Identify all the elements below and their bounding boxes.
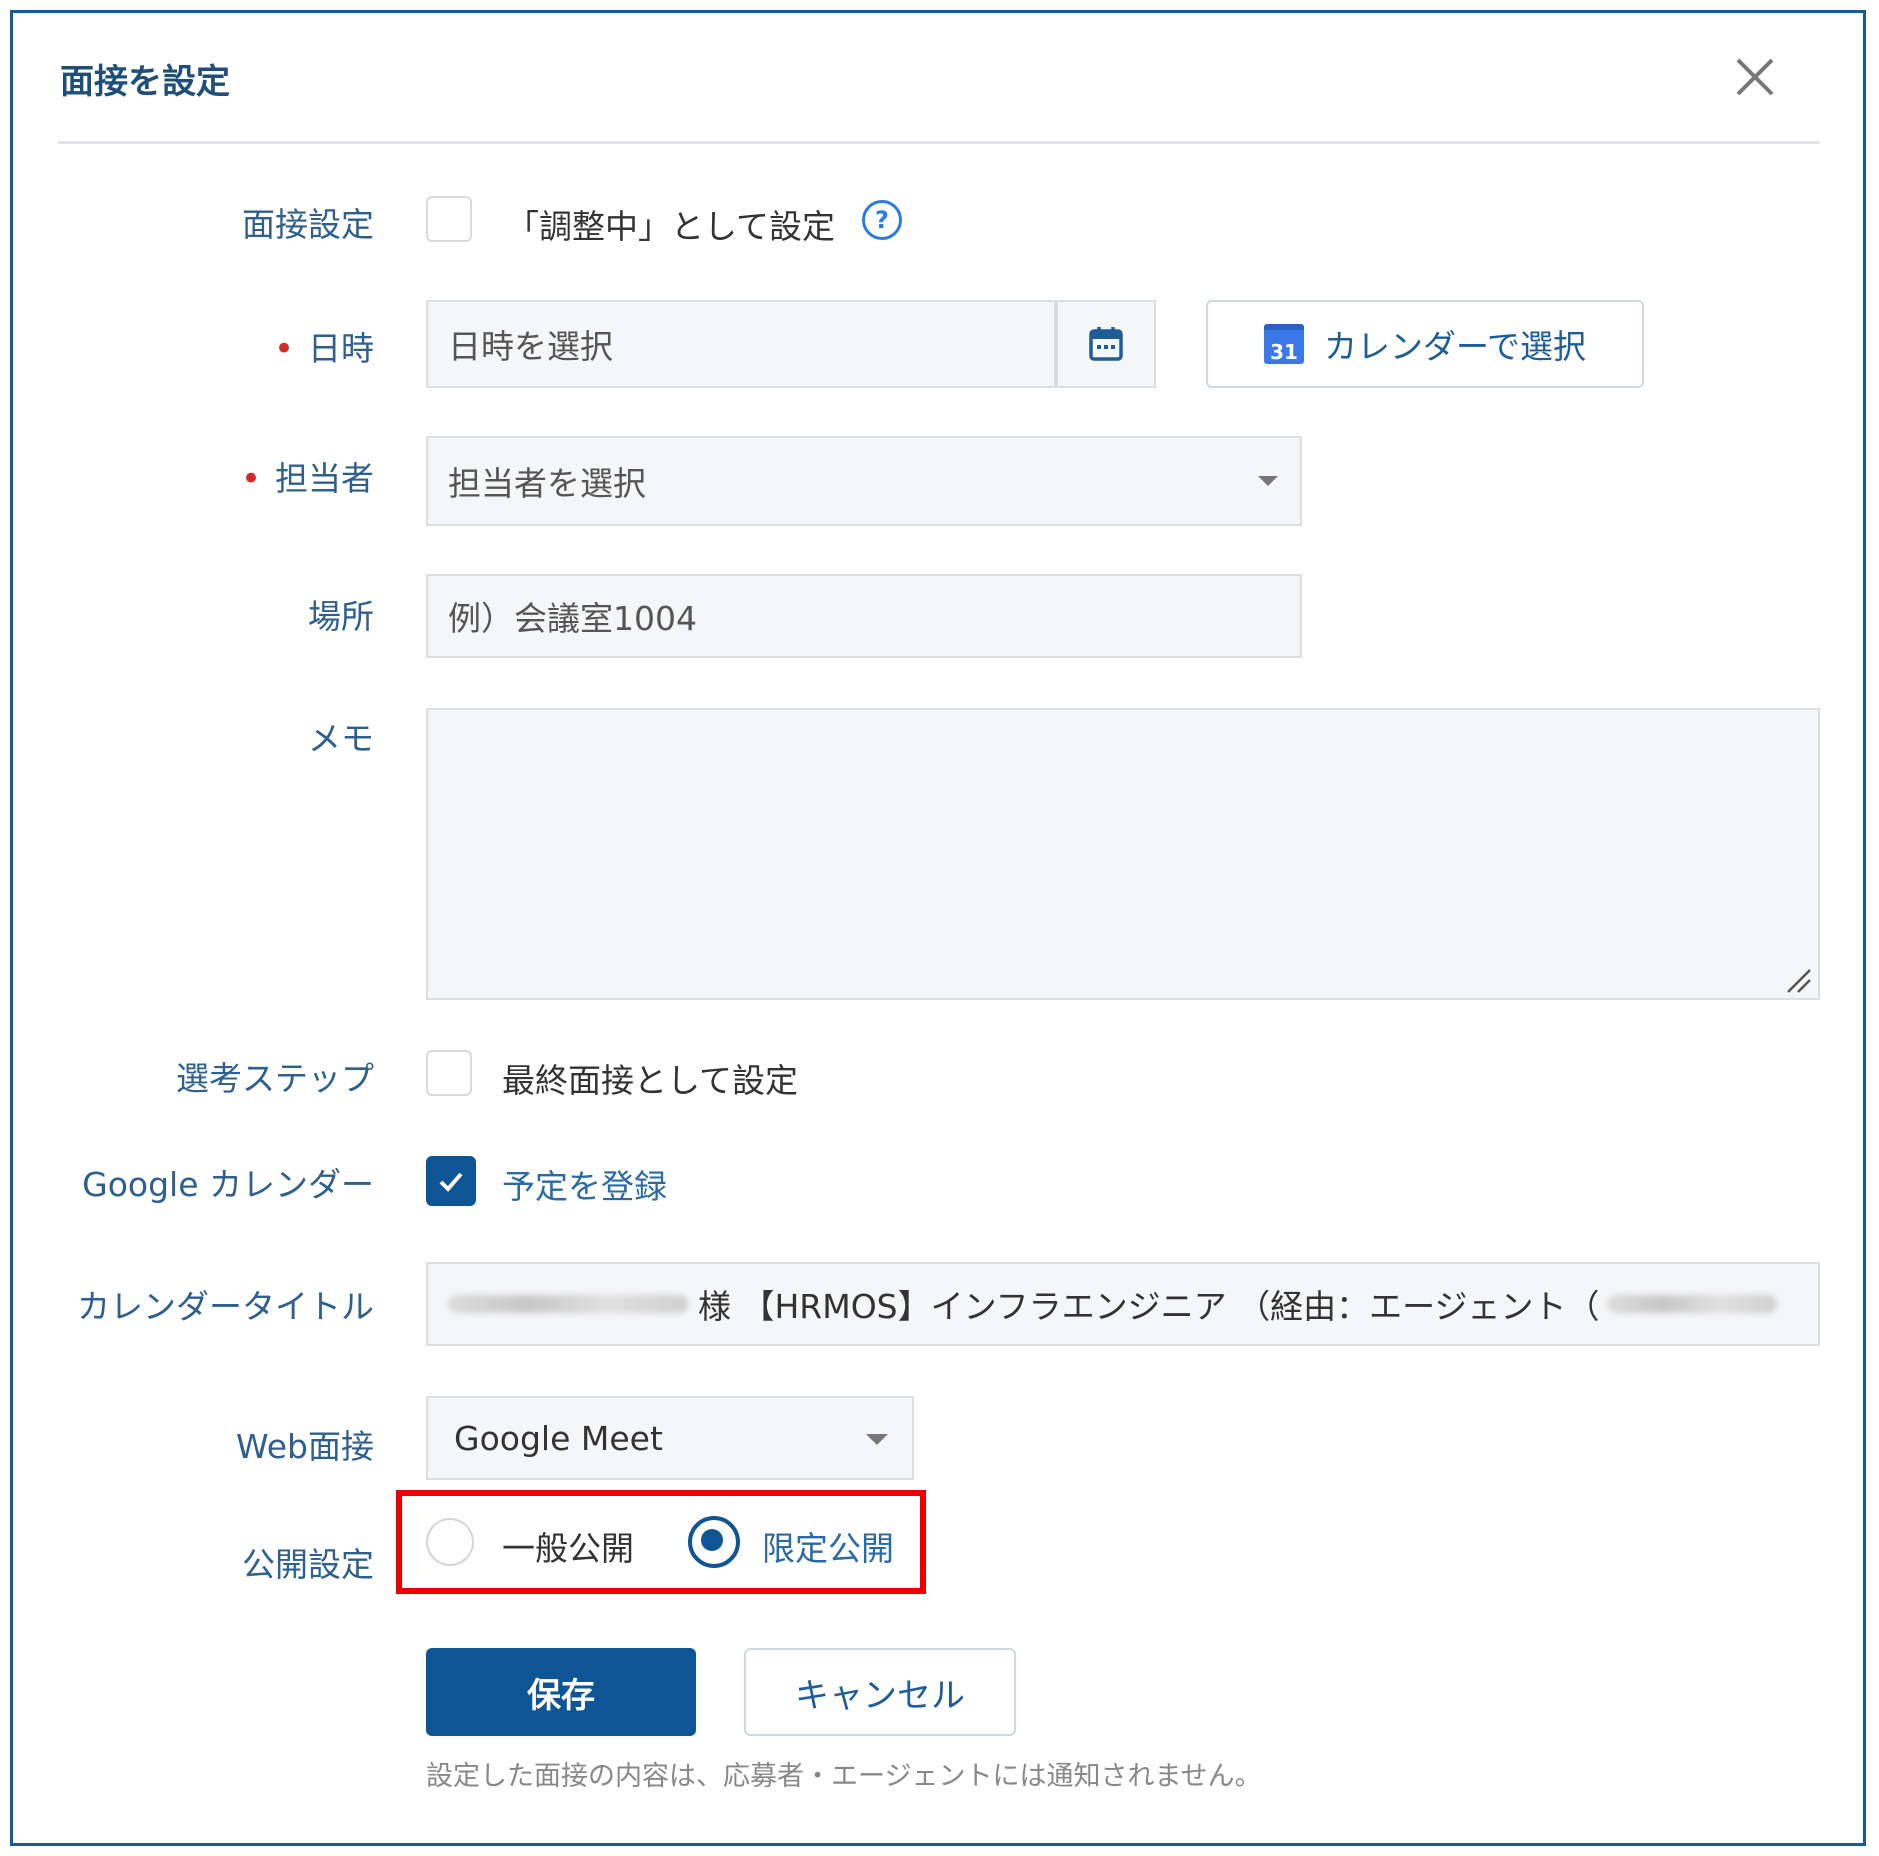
calendar-select-label: カレンダーで選択 — [1323, 327, 1587, 366]
google-calendar-label: Google カレンダー — [82, 1165, 374, 1204]
final-interview-checkbox[interactable] — [426, 1050, 472, 1096]
notification-note: 設定した面接の内容は、応募者・エージェントには通知されません。 — [426, 1761, 1262, 1792]
save-button[interactable]: 保存 — [426, 1648, 696, 1736]
calendar-title-input[interactable]: 様 【HRMOS】インフラエンジニア （経由：エージェント（ — [426, 1262, 1820, 1346]
web-interview-label: Web面接 — [236, 1427, 374, 1466]
calendar-select-button[interactable]: 31 カレンダーで選択 — [1206, 300, 1644, 388]
assignee-label: • 担当者 — [240, 459, 374, 499]
close-icon[interactable] — [1728, 50, 1782, 104]
required-mark: • — [240, 459, 261, 499]
datetime-input[interactable]: 日時を選択 — [426, 300, 1056, 388]
location-label: 場所 — [308, 597, 374, 636]
selection-step-label: 選考ステップ — [176, 1059, 374, 1098]
datetime-label: • 日時 — [273, 329, 374, 369]
calendar-title-label: カレンダータイトル — [77, 1287, 374, 1326]
register-event-checkbox[interactable] — [426, 1156, 476, 1206]
redacted-agent — [1607, 1295, 1778, 1313]
interview-setting-label: 面接設定 — [242, 205, 374, 244]
calendar-title-text: 様 【HRMOS】インフラエンジニア （経由：エージェント（ — [698, 1287, 1600, 1326]
check-icon — [439, 1172, 463, 1192]
location-input[interactable]: 例）会議室1004 — [426, 574, 1302, 658]
memo-textarea[interactable] — [426, 708, 1820, 1000]
date-picker-button[interactable] — [1056, 300, 1156, 388]
web-interview-value: Google Meet — [454, 1418, 663, 1458]
interview-adjusting-checkbox[interactable] — [426, 196, 472, 242]
redacted-name — [448, 1295, 688, 1313]
register-event-label: 予定を登録 — [502, 1167, 667, 1206]
cancel-button[interactable]: キャンセル — [744, 1648, 1016, 1736]
dialog-title: 面接を設定 — [60, 62, 230, 102]
visibility-label: 公開設定 — [242, 1545, 374, 1584]
help-icon[interactable]: ? — [862, 200, 902, 240]
interview-adjusting-label: 「調整中」として設定 — [506, 207, 836, 246]
final-interview-label: 最終面接として設定 — [502, 1061, 799, 1100]
header-divider — [58, 141, 1820, 144]
required-mark: • — [273, 329, 294, 369]
assignee-select[interactable]: 担当者を選択 — [426, 436, 1302, 526]
memo-label: メモ — [308, 719, 374, 758]
chevron-down-icon — [1258, 476, 1278, 486]
chevron-down-icon — [866, 1434, 888, 1445]
calendar-icon — [1089, 327, 1123, 361]
highlight-box — [396, 1490, 926, 1594]
resize-handle-icon[interactable] — [1784, 966, 1812, 994]
web-interview-select[interactable]: Google Meet — [426, 1396, 914, 1480]
assignee-placeholder: 担当者を選択 — [448, 464, 646, 503]
google-calendar-icon: 31 — [1263, 324, 1304, 364]
